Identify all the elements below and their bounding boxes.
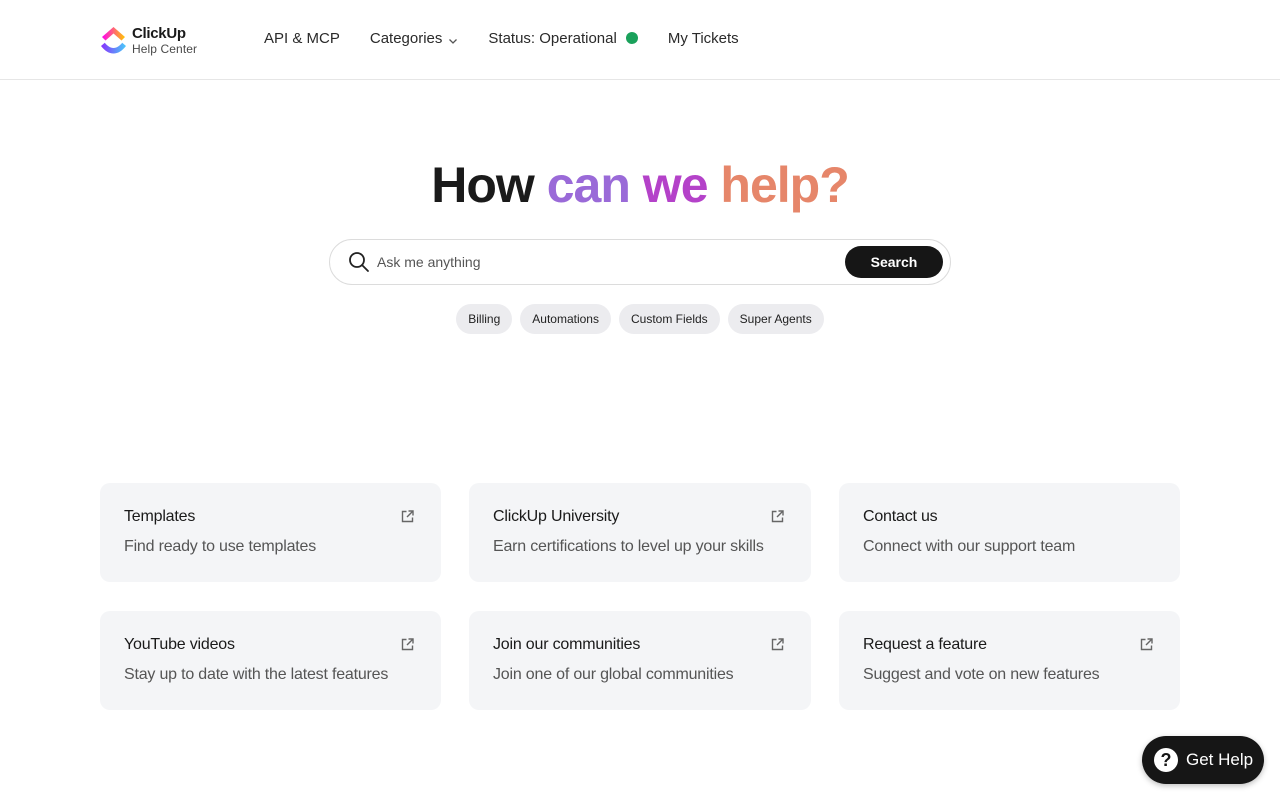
chip-custom-fields[interactable]: Custom Fields [618, 304, 720, 334]
nav-status-label: Status: Operational [488, 29, 617, 47]
title-word-can: can [546, 157, 631, 213]
external-link-icon [771, 638, 784, 651]
nav-my-tickets[interactable]: My Tickets [668, 28, 739, 48]
card-title: Join our communities [493, 636, 641, 653]
nav-my-tickets-label: My Tickets [667, 29, 739, 47]
chip-billing[interactable]: Billing [456, 304, 513, 334]
chip-automations[interactable]: Automations [520, 304, 611, 334]
get-help-label: Get Help [1186, 750, 1254, 769]
external-link-icon [401, 510, 414, 523]
card-title: Templates [124, 508, 196, 525]
card-youtube-videos[interactable]: YouTube videos Stay up to date with the … [100, 611, 441, 710]
search-icon [348, 251, 370, 273]
nav-api-mcp-label: API & MCP [264, 29, 340, 47]
title-word-how: How [431, 157, 535, 213]
card-title: YouTube videos [124, 636, 235, 653]
brand-title: ClickUp [132, 24, 186, 42]
resource-cards: Templates Find ready to use templates Cl… [100, 483, 1180, 710]
clickup-logo-link[interactable]: ClickUp Help Center [100, 24, 197, 56]
card-clickup-university[interactable]: ClickUp University Earn certifications t… [469, 483, 811, 582]
card-title: Request a feature [863, 636, 987, 653]
title-word-we: we [642, 157, 709, 213]
card-join-communities[interactable]: Join our communities Join one of our glo… [469, 611, 811, 710]
nav-api-mcp[interactable]: API & MCP [264, 28, 340, 48]
question-icon: ? [1154, 748, 1178, 772]
page-title: How can we help? [0, 157, 1280, 213]
card-title: Contact us [863, 508, 938, 525]
status-indicator-icon [625, 32, 638, 44]
external-link-icon [771, 510, 784, 523]
card-description: Stay up to date with the latest features [124, 666, 389, 683]
external-link-icon [401, 638, 414, 651]
suggested-topics: Billing Automations Custom Fields Super … [0, 304, 1280, 334]
card-description: Find ready to use templates [124, 538, 317, 555]
card-description: Earn certifications to level up your ski… [493, 538, 764, 555]
search-button[interactable]: Search [845, 246, 943, 278]
nav-categories-label: Categories [369, 29, 443, 47]
card-description: Connect with our support team [863, 538, 1076, 555]
title-word-help: help? [720, 157, 849, 213]
chip-super-agents[interactable]: Super Agents [727, 304, 824, 334]
card-title: ClickUp University [493, 508, 620, 525]
clickup-logo-icon [100, 24, 127, 56]
card-contact-us[interactable]: Contact us Connect with our support team [839, 483, 1180, 582]
card-templates[interactable]: Templates Find ready to use templates [100, 483, 441, 582]
top-header: ClickUp Help Center API & MCP Categories… [0, 0, 1280, 80]
brand-subtitle: Help Center [132, 41, 198, 56]
nav-status[interactable]: Status: Operational [488, 28, 638, 48]
main-nav: API & MCP Categories Status: Operational… [264, 28, 739, 48]
nav-categories-dropdown[interactable]: Categories [370, 28, 459, 48]
search-input[interactable] [377, 248, 837, 276]
card-description: Suggest and vote on new features [863, 666, 1100, 683]
external-link-icon [1140, 638, 1153, 651]
card-description: Join one of our global communities [493, 666, 734, 683]
chevron-down-icon [448, 33, 458, 44]
get-help-button[interactable]: ? Get Help [1142, 736, 1264, 784]
card-request-feature[interactable]: Request a feature Suggest and vote on ne… [839, 611, 1180, 710]
search-bar: Search [329, 239, 951, 285]
